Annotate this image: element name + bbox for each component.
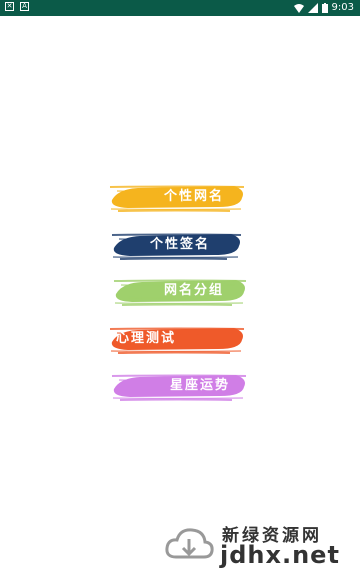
- menu-item-signature[interactable]: 个性签名: [110, 228, 245, 262]
- menu-item-psych-test[interactable]: 心理测试: [108, 322, 248, 356]
- menu-item-label: 个性网名: [164, 189, 225, 204]
- watermark-url: jdhx.net: [220, 541, 340, 569]
- status-time: 9:03: [331, 2, 354, 13]
- menu-item-label: 星座运势: [170, 378, 231, 393]
- menu-item-horoscope[interactable]: 星座运势: [110, 369, 250, 403]
- battery-icon: [321, 2, 328, 13]
- status-bar: ✕ A 9:03: [0, 0, 360, 16]
- menu-item-label: 心理测试: [116, 331, 177, 346]
- cloud-download-icon: [165, 528, 214, 559]
- menu-item-label: 个性签名: [150, 237, 211, 252]
- signal-icon: [307, 2, 318, 13]
- menu-item-label: 网名分组: [164, 283, 225, 298]
- notification-x-icon: ✕: [5, 2, 14, 11]
- wifi-icon: [293, 3, 304, 13]
- watermark: 新绿资源网 jdhx.net: [160, 519, 360, 569]
- menu-item-nickname-groups[interactable]: 网名分组: [112, 274, 250, 308]
- notification-app-icon: A: [20, 2, 29, 11]
- menu-item-nickname[interactable]: 个性网名: [108, 180, 248, 214]
